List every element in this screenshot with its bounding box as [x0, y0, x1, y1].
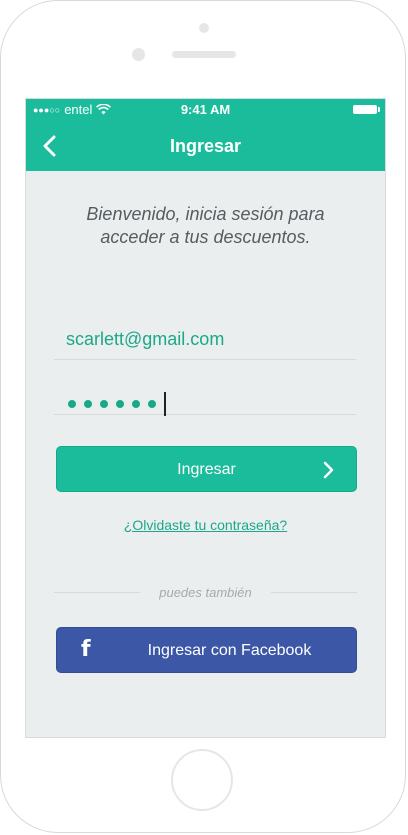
welcome-line-2: acceder a tus descuentos. [100, 227, 311, 247]
password-dot [68, 400, 76, 408]
facebook-button-label: Ingresar con Facebook [147, 642, 312, 659]
email-value: scarlett@gmail.com [66, 329, 225, 349]
divider-right [271, 592, 357, 593]
welcome-line-1: Bienvenido, inicia sesión para [86, 204, 325, 224]
text-cursor [164, 392, 166, 416]
welcome-message: Bienvenido, inicia sesión para acceder a… [56, 203, 355, 249]
password-mask [68, 392, 166, 416]
password-dot [84, 400, 92, 408]
proximity-sensor [132, 48, 145, 61]
navigation-bar: Ingresar [26, 121, 385, 171]
status-bar: ●●●○○ entel 9:41 AM [26, 99, 385, 121]
page-title: Ingresar [169, 136, 242, 156]
forgot-password-link[interactable]: ¿Olvidaste tu contraseña? [26, 517, 385, 533]
app-screen: ●●●○○ entel 9:41 AM Ingresar Bienvenido,… [25, 98, 386, 738]
home-button[interactable] [171, 749, 233, 811]
earpiece-speaker [172, 51, 236, 58]
chevron-right-icon [323, 461, 334, 479]
phone-frame: ●●●○○ entel 9:41 AM Ingresar Bienvenido,… [0, 0, 406, 833]
login-button[interactable]: Ingresar [56, 446, 357, 492]
battery-icon [353, 105, 380, 114]
password-dot [100, 400, 108, 408]
password-dot [116, 400, 124, 408]
email-field[interactable]: scarlett@gmail.com [54, 319, 356, 360]
facebook-icon: f [81, 637, 91, 662]
login-button-label: Ingresar [177, 461, 236, 478]
facebook-login-button[interactable]: f Ingresar con Facebook [56, 627, 357, 673]
password-dot [148, 400, 156, 408]
password-field[interactable] [54, 374, 356, 416]
password-dot [132, 400, 140, 408]
status-time: 9:41 AM [180, 102, 231, 117]
front-camera [199, 23, 209, 33]
